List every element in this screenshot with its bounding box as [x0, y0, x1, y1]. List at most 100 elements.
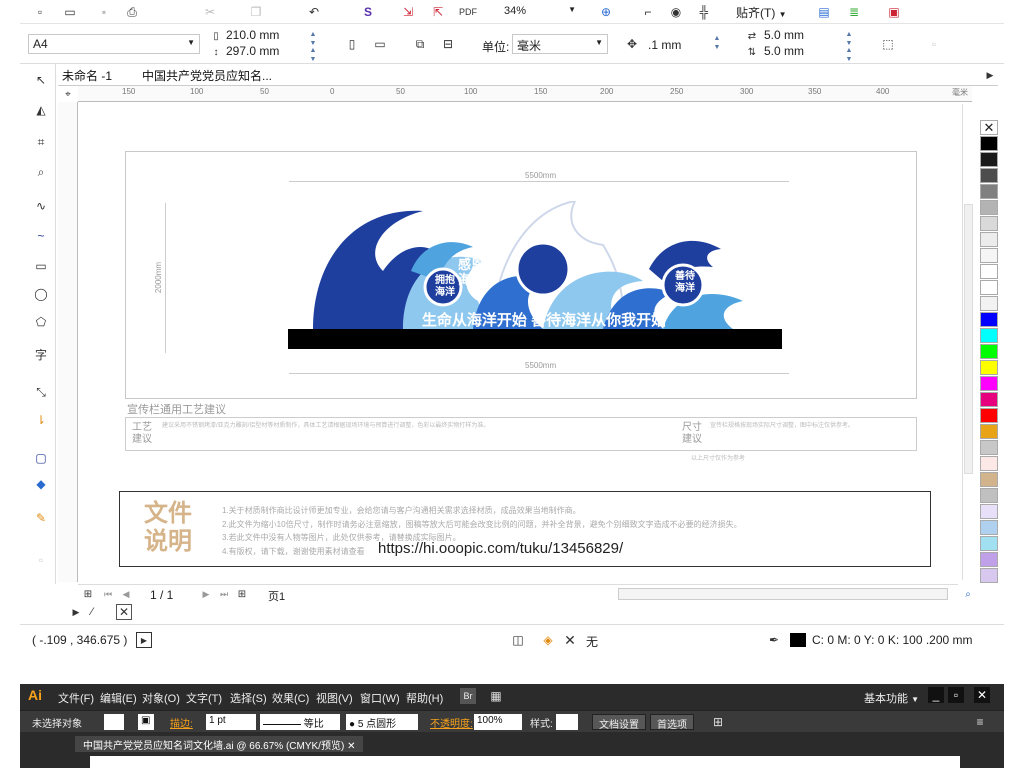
insert-page-before-icon[interactable]: ⊞: [80, 586, 96, 602]
artistic-media-icon[interactable]: ~: [33, 228, 49, 244]
stroke-color-box[interactable]: ▣: [138, 714, 154, 730]
ai-document-tab[interactable]: 中国共产党党员应知名词文化墙.ai @ 66.67% (CMYK/预览) ✕: [75, 736, 364, 752]
zoom-corner-icon[interactable]: ⌕: [960, 586, 976, 602]
color-swatch[interactable]: [980, 200, 998, 215]
menu-help[interactable]: 帮助(H): [406, 690, 443, 706]
undo-icon[interactable]: ↶: [306, 4, 322, 20]
menu-window[interactable]: 窗口(W): [360, 690, 400, 706]
guidelines-icon[interactable]: ╬: [696, 4, 712, 20]
menu-view[interactable]: 视图(V): [316, 690, 353, 706]
duplicate-x-field[interactable]: 5.0 mm: [764, 28, 804, 42]
color-swatch[interactable]: [980, 440, 998, 455]
color-swatch[interactable]: [980, 136, 998, 151]
save-icon[interactable]: ▪: [96, 4, 112, 20]
cut-icon[interactable]: ✂: [202, 4, 218, 20]
color-swatch[interactable]: [980, 312, 998, 327]
previous-page-icon[interactable]: ◀: [118, 586, 134, 602]
next-page-icon[interactable]: ▶: [198, 586, 214, 602]
color-swatch[interactable]: [980, 376, 998, 391]
duplicate-y-spinner[interactable]: ▲ ▼: [844, 46, 854, 66]
welcome-screen-icon[interactable]: ▣: [886, 4, 902, 20]
color-swatch[interactable]: [980, 152, 998, 167]
menu-edit[interactable]: 编辑(E): [100, 690, 137, 706]
maximize-icon[interactable]: ▫: [948, 687, 964, 703]
ellipse-tool-icon[interactable]: ◯: [33, 286, 49, 302]
stroke-weight-field[interactable]: 1 pt: [206, 714, 256, 730]
menu-effect[interactable]: 效果(C): [272, 690, 309, 706]
color-swatch[interactable]: [980, 280, 998, 295]
nudge-distance-field[interactable]: .1 mm: [648, 38, 681, 52]
color-swatch[interactable]: [980, 552, 998, 567]
color-swatch[interactable]: [980, 536, 998, 551]
color-swatch[interactable]: [980, 456, 998, 471]
all-pages-icon[interactable]: ⧉: [412, 36, 428, 52]
close-icon[interactable]: ✕: [974, 687, 990, 703]
document-setup-button[interactable]: 文档设置: [592, 714, 646, 731]
color-swatch[interactable]: [980, 488, 998, 503]
shape-tool-icon[interactable]: ◭: [33, 102, 49, 118]
stroke-profile-select[interactable]: 等比: [260, 714, 340, 730]
portrait-icon[interactable]: ▯: [344, 36, 360, 52]
vertical-scroll-thumb[interactable]: [964, 204, 973, 474]
duplicate-y-field[interactable]: 5.0 mm: [764, 44, 804, 58]
fill-color-box[interactable]: [104, 714, 124, 730]
corel-connect-icon[interactable]: S: [360, 4, 376, 20]
full-screen-icon[interactable]: ⊕: [598, 4, 614, 20]
new-document-icon[interactable]: ▫: [32, 4, 48, 20]
text-tool-icon[interactable]: 字: [33, 346, 49, 362]
color-swatch[interactable]: [980, 408, 998, 423]
color-swatch[interactable]: [980, 504, 998, 519]
treat-as-filled-icon[interactable]: ⬚: [880, 36, 896, 52]
copy-icon[interactable]: ❐: [248, 4, 264, 20]
dimension-tool-icon[interactable]: ⤡: [33, 384, 49, 400]
bridge-icon[interactable]: Br: [460, 688, 476, 704]
panel-menu-icon[interactable]: ≡: [972, 714, 988, 730]
brush-select[interactable]: ● 5 点圆形: [346, 714, 418, 730]
color-swatch[interactable]: [980, 568, 998, 583]
tab-document[interactable]: 中国共产党党员应知名...: [142, 67, 272, 84]
vertical-scrollbar[interactable]: [962, 104, 974, 580]
fill-tool-icon[interactable]: ▫: [33, 552, 49, 568]
landscape-icon[interactable]: ▭: [372, 36, 388, 52]
menu-object[interactable]: 对象(O): [142, 690, 180, 706]
minimize-icon[interactable]: _: [928, 687, 944, 703]
color-swatch[interactable]: [980, 472, 998, 487]
current-page-icon[interactable]: ⊟: [440, 36, 456, 52]
application-launcher-icon[interactable]: ≣: [846, 4, 862, 20]
page-height-field[interactable]: 297.0 mm: [226, 44, 279, 58]
last-page-icon[interactable]: ⏭: [216, 586, 232, 602]
crop-tool-icon[interactable]: ⌗: [33, 134, 49, 150]
drawing-canvas[interactable]: 5500mm 2000mm 5500mm 感恩 海洋 拥抱 海洋 善待 海洋 生…: [79, 103, 972, 581]
color-swatch[interactable]: [980, 344, 998, 359]
color-swatch[interactable]: [980, 248, 998, 263]
eyedropper-small-icon[interactable]: ⁄: [84, 604, 100, 620]
opacity-label[interactable]: 不透明度:: [430, 715, 473, 730]
color-swatch[interactable]: [980, 216, 998, 231]
tab-untitled[interactable]: 未命名 -1: [62, 67, 112, 84]
blend-tool-icon[interactable]: ▢: [33, 450, 49, 466]
page-width-field[interactable]: 210.0 mm: [226, 28, 279, 42]
pick-tool-icon[interactable]: ↖: [33, 72, 49, 88]
preferences-button[interactable]: 首选项: [650, 714, 694, 731]
eyedropper-tool-icon[interactable]: ✎: [33, 510, 49, 526]
units-select[interactable]: 毫米 ▼: [512, 34, 608, 54]
zoom-level[interactable]: 34% ▼: [500, 3, 580, 21]
rectangle-tool-icon[interactable]: ▭: [33, 258, 49, 274]
page-height-spinner[interactable]: ▲ ▼: [308, 46, 318, 66]
stroke-label[interactable]: 描边:: [170, 715, 193, 730]
color-swatch[interactable]: [980, 264, 998, 279]
no-color-swatch[interactable]: ✕: [980, 120, 998, 135]
options-icon[interactable]: ▤: [816, 4, 832, 20]
snap-to-dropdown[interactable]: 贴齐(T) ▼: [736, 4, 787, 21]
open-folder-icon[interactable]: ▭: [62, 4, 78, 20]
color-swatch[interactable]: [980, 184, 998, 199]
menu-file[interactable]: 文件(F): [58, 690, 94, 706]
color-proof-icon[interactable]: ◫: [510, 632, 526, 648]
export-icon[interactable]: ⇱: [430, 4, 446, 20]
import-icon[interactable]: ⇲: [400, 4, 416, 20]
tab-close-icon[interactable]: ✕: [347, 741, 355, 752]
page-size-select[interactable]: A4 ▼: [28, 34, 200, 54]
insert-page-after-icon[interactable]: ⊞: [234, 586, 250, 602]
source-url[interactable]: https://hi.ooopic.com/tuku/13456829/: [378, 540, 623, 557]
menu-select[interactable]: 选择(S): [230, 690, 267, 706]
